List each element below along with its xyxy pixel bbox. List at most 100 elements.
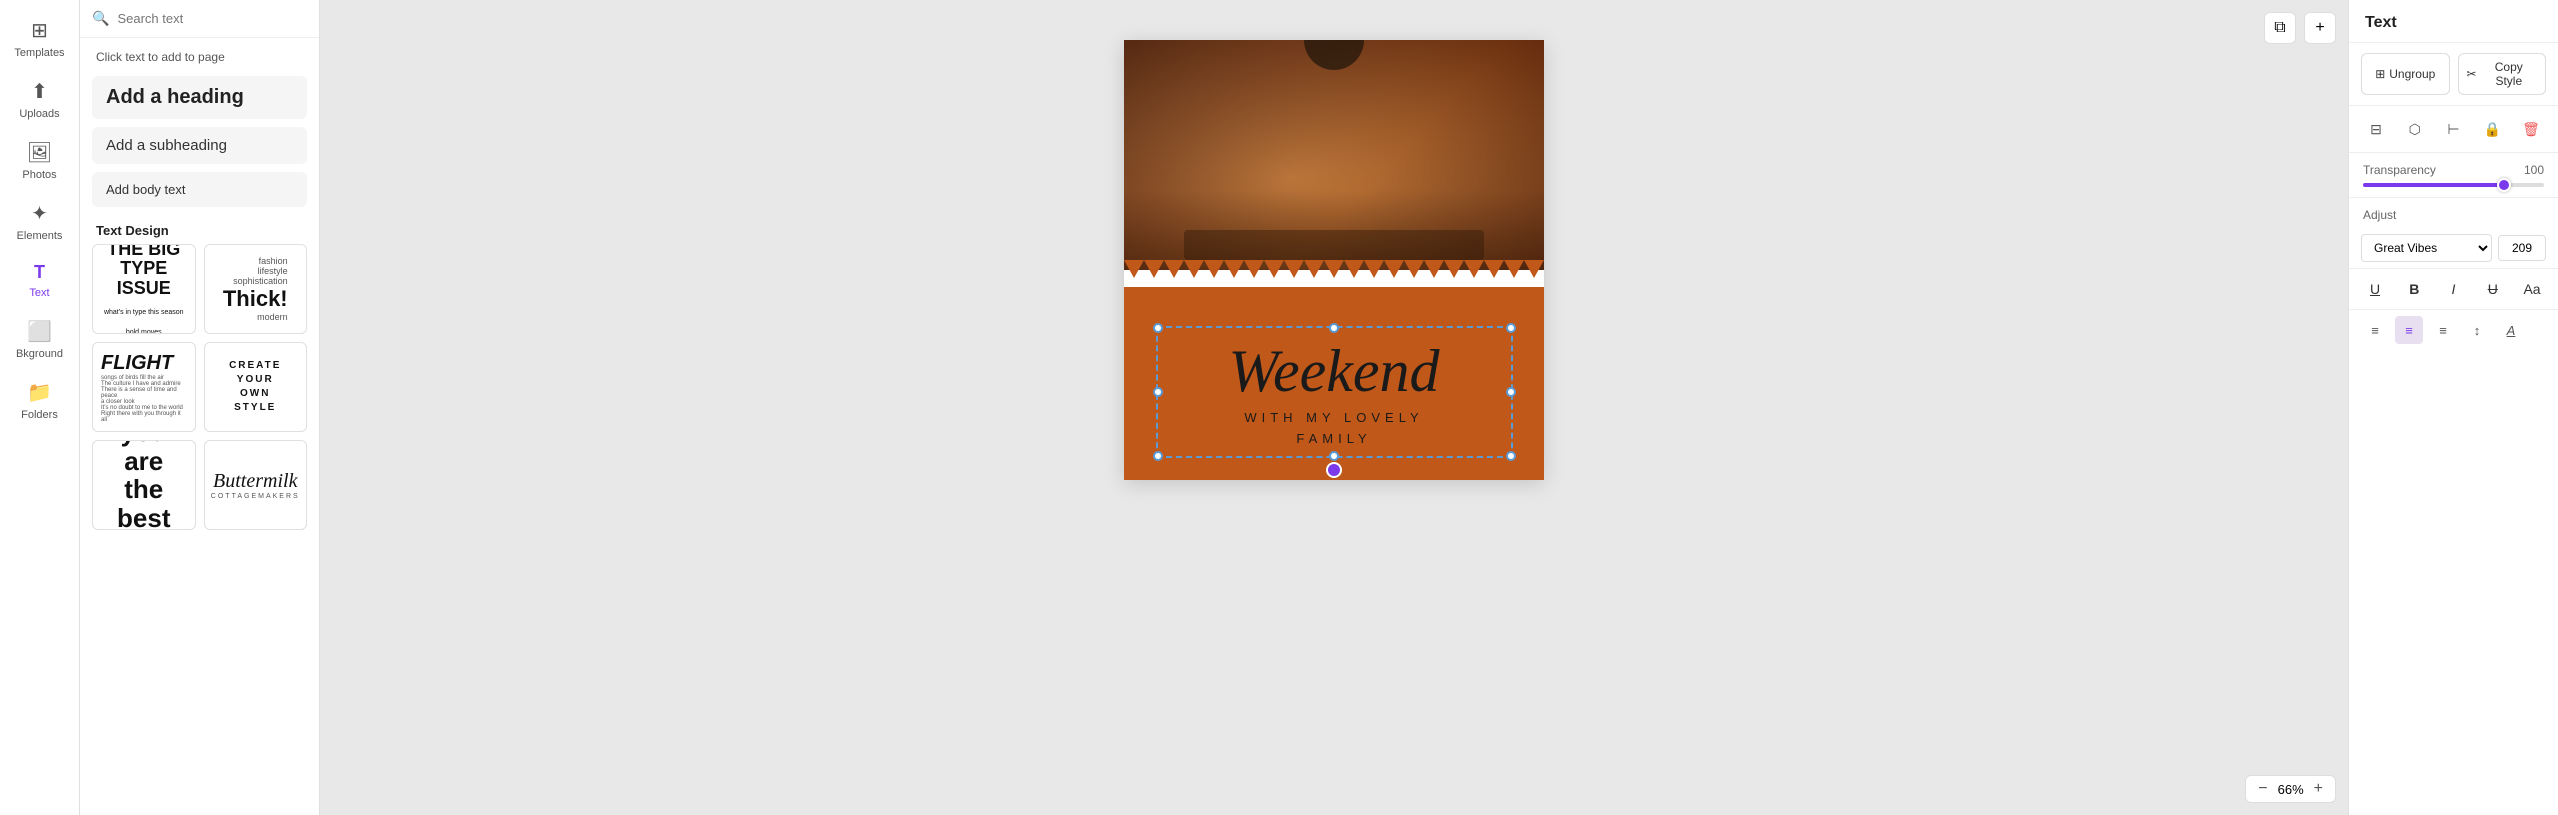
handle-tl[interactable] bbox=[1153, 323, 1163, 333]
underline-button[interactable]: U bbox=[2361, 275, 2389, 303]
uploads-icon: ⬆ bbox=[31, 79, 48, 104]
design-card-create[interactable]: CREATEYOUROWNSTYLE bbox=[204, 342, 308, 432]
handle-tc[interactable] bbox=[1329, 323, 1339, 333]
font-size-input[interactable] bbox=[2498, 235, 2546, 261]
align-row: ≡ ≡ ≡ ↕ A bbox=[2349, 310, 2558, 350]
handle-bc[interactable] bbox=[1329, 451, 1339, 461]
flight-content: FLIGHT bbox=[101, 353, 173, 373]
butter-content: Buttermilk bbox=[213, 470, 297, 493]
font-select[interactable]: Great Vibes bbox=[2361, 234, 2492, 262]
transparency-value: 100 bbox=[2524, 163, 2544, 177]
handle-br[interactable] bbox=[1506, 451, 1516, 461]
duplicate-icon: ⧉ bbox=[2274, 19, 2285, 37]
sidebar-item-background[interactable]: ⬜ Bkground bbox=[0, 309, 79, 370]
sidebar-item-templates-label: Templates bbox=[14, 47, 64, 59]
right-panel-title: Text bbox=[2349, 0, 2558, 43]
copy-style-label: Copy Style bbox=[2481, 60, 2537, 88]
sidebar-item-background-label: Bkground bbox=[16, 348, 63, 360]
font-row: Great Vibes bbox=[2349, 228, 2558, 269]
sidebar-item-photos[interactable]: 🖼 Photos bbox=[0, 130, 79, 191]
align-center-button[interactable]: ≡ bbox=[2395, 316, 2423, 344]
folders-icon: 📁 bbox=[27, 380, 52, 405]
italic-button[interactable]: I bbox=[2440, 275, 2468, 303]
copy-style-button[interactable]: ✂ Copy Style bbox=[2458, 53, 2547, 95]
add-heading-button[interactable]: Add a heading bbox=[92, 76, 307, 119]
canvas-sub-text-1: WITH MY LOVELY bbox=[1178, 410, 1491, 425]
sidebar-item-text-label: Text bbox=[29, 287, 49, 299]
right-panel-actions: ⊞ Ungroup ✂ Copy Style bbox=[2349, 43, 2558, 106]
delete-icon[interactable]: 🗑 bbox=[2516, 114, 2546, 144]
format-row: U B I U Aa bbox=[2349, 269, 2558, 310]
search-icon: 🔍 bbox=[92, 10, 109, 27]
handle-ml[interactable] bbox=[1153, 387, 1163, 397]
layers-icon[interactable]: ⬡ bbox=[2400, 114, 2430, 144]
ungroup-button[interactable]: ⊞ Ungroup bbox=[2361, 53, 2450, 95]
zoom-bar: − 66% + bbox=[2245, 775, 2336, 803]
canvas-text-box[interactable]: Weekend WITH MY LOVELY FAMILY bbox=[1156, 326, 1513, 458]
add-body-button[interactable]: Add body text bbox=[92, 172, 307, 207]
templates-icon: ⊞ bbox=[31, 18, 48, 43]
main-area: ⧉ + bbox=[320, 0, 2348, 815]
sidebar-item-templates[interactable]: ⊞ Templates bbox=[0, 8, 79, 69]
align-left-button[interactable]: ≡ bbox=[2361, 316, 2389, 344]
sidebar-item-folders[interactable]: 📁 Folders bbox=[0, 370, 79, 431]
bigtype-content: THE BIGTYPEISSUEwhat's in type this seas… bbox=[104, 244, 184, 334]
sidebar-item-uploads-label: Uploads bbox=[19, 108, 59, 120]
handle-tr[interactable] bbox=[1506, 323, 1516, 333]
friend-content: you arethe bestfriend bbox=[99, 440, 189, 530]
design-card-friend[interactable]: LOVE YOU you arethe bestfriend bbox=[92, 440, 196, 530]
sidebar-item-photos-label: Photos bbox=[22, 169, 56, 181]
design-card-butter[interactable]: Buttermilk COTTAGEMAKERS bbox=[204, 440, 308, 530]
lock-icon[interactable]: 🔒 bbox=[2477, 114, 2507, 144]
add-button[interactable]: + bbox=[2304, 12, 2336, 44]
rotate-handle[interactable] bbox=[1326, 462, 1342, 478]
canvas-sub-text-2: FAMILY bbox=[1178, 431, 1491, 446]
left-sidebar: ⊞ Templates ⬆ Uploads 🖼 Photos ✦ Element… bbox=[0, 0, 80, 815]
bold-button[interactable]: B bbox=[2400, 275, 2428, 303]
click-to-add-hint: Click text to add to page bbox=[80, 38, 319, 72]
handle-mr[interactable] bbox=[1506, 387, 1516, 397]
zoom-out-button[interactable]: − bbox=[2256, 780, 2269, 798]
add-subheading-button[interactable]: Add a subheading bbox=[92, 127, 307, 164]
zigzag-divider bbox=[1124, 260, 1544, 278]
duplicate-button[interactable]: ⧉ bbox=[2264, 12, 2296, 44]
align-left-icon[interactable]: ⊢ bbox=[2439, 114, 2469, 144]
zoom-in-button[interactable]: + bbox=[2312, 780, 2325, 798]
handle-bl[interactable] bbox=[1153, 451, 1163, 461]
design-card-thick[interactable]: fashionlifestylesophistication Thick! mo… bbox=[204, 244, 308, 334]
transparency-label-row: Transparency 100 bbox=[2363, 163, 2544, 177]
sidebar-item-text[interactable]: T Text bbox=[0, 252, 79, 309]
sidebar-item-uploads[interactable]: ⬆ Uploads bbox=[0, 69, 79, 130]
search-input[interactable] bbox=[117, 11, 307, 26]
transparency-label-text: Transparency bbox=[2363, 163, 2436, 177]
design-card-flight[interactable]: FLIGHT songs of birds fill the airThe cu… bbox=[92, 342, 196, 432]
table-icon[interactable]: ⊟ bbox=[2361, 114, 2391, 144]
canvas[interactable]: Weekend WITH MY LOVELY FAMILY bbox=[1124, 40, 1544, 480]
line-spacing-button[interactable]: ↕ bbox=[2463, 316, 2491, 344]
text-icon: T bbox=[34, 262, 45, 283]
strikethrough-button[interactable]: U bbox=[2479, 275, 2507, 303]
canvas-main-text: Weekend bbox=[1178, 338, 1491, 404]
search-container: 🔍 bbox=[80, 0, 319, 38]
sidebar-item-folders-label: Folders bbox=[21, 409, 58, 421]
align-right-button[interactable]: ≡ bbox=[2429, 316, 2457, 344]
butter-sub: COTTAGEMAKERS bbox=[211, 493, 300, 500]
elements-icon: ✦ bbox=[31, 201, 48, 226]
sidebar-item-elements[interactable]: ✦ Elements bbox=[0, 191, 79, 252]
design-card-bigtype[interactable]: THE BIGTYPEISSUEwhat's in type this seas… bbox=[92, 244, 196, 334]
slider-thumb[interactable] bbox=[2497, 178, 2511, 192]
create-content: CREATEYOUROWNSTYLE bbox=[229, 359, 281, 415]
text-panel: 🔍 Click text to add to page Add a headin… bbox=[80, 0, 320, 815]
transparency-slider[interactable] bbox=[2363, 183, 2544, 187]
case-button[interactable]: Aa bbox=[2518, 275, 2546, 303]
adjust-label: Adjust bbox=[2349, 198, 2558, 228]
zoom-level: 66% bbox=[2278, 782, 2304, 797]
canvas-wrapper: Weekend WITH MY LOVELY FAMILY bbox=[1124, 40, 1544, 480]
formatting-icons-row: ⊟ ⬡ ⊢ 🔒 🗑 bbox=[2349, 106, 2558, 153]
ungroup-icon: ⊞ bbox=[2375, 67, 2385, 81]
sidebar-item-elements-label: Elements bbox=[17, 230, 63, 242]
thick-content: fashionlifestylesophistication Thick! mo… bbox=[223, 256, 288, 322]
photo-lamp bbox=[1304, 40, 1364, 70]
text-effects-button[interactable]: A bbox=[2497, 316, 2525, 344]
canvas-lower: Weekend WITH MY LOVELY FAMILY bbox=[1124, 287, 1544, 480]
